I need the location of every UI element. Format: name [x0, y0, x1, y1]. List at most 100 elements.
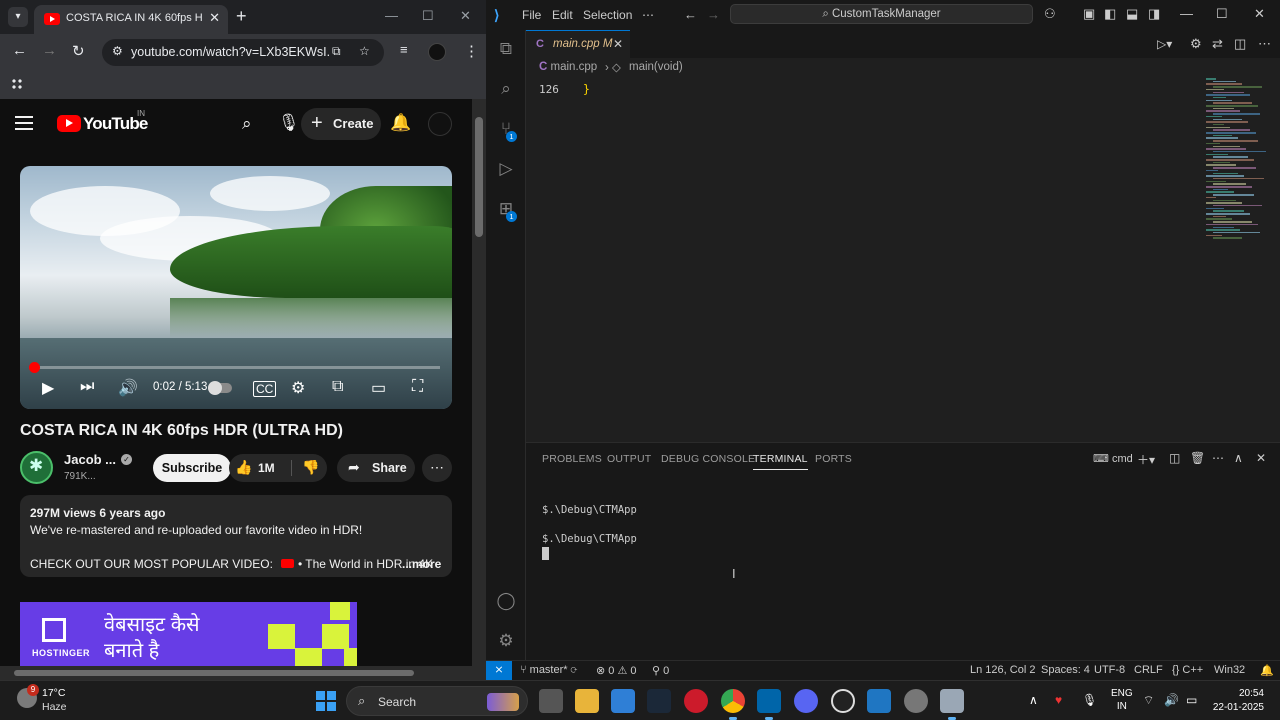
page-scrollbar[interactable] [472, 99, 486, 680]
input-language[interactable]: ENG IN [1111, 687, 1133, 713]
maximize-button[interactable]: ☐ [1216, 6, 1228, 22]
volume-icon[interactable]: 🔊 [1164, 693, 1179, 707]
channel-name[interactable]: Jacob ... [64, 452, 116, 467]
compare-icon[interactable]: ⇄ [1212, 36, 1223, 52]
gear-icon[interactable]: ⚙ [1190, 36, 1202, 52]
discord-icon[interactable] [794, 689, 818, 713]
captions-icon[interactable]: CC [253, 381, 277, 397]
git-branch[interactable]: ⑂ master* ⟳ [520, 664, 577, 676]
channel-avatar[interactable] [20, 451, 53, 484]
tab-terminal[interactable]: TERMINAL [753, 453, 808, 470]
address-bar[interactable]: ⚙ youtube.com/watch?v=LXb3EKWsI... ⧉ ☆ [102, 39, 384, 66]
maximize-button[interactable]: ☐ [422, 8, 434, 24]
platform[interactable]: Win32 [1214, 664, 1245, 676]
search-icon[interactable]: ⌕ [242, 114, 252, 134]
play-icon[interactable]: ▶ [42, 378, 54, 398]
tab-search-chevron-icon[interactable]: ▾ [8, 7, 28, 27]
cursor-position[interactable]: Ln 126, Col 2 [970, 664, 1035, 676]
settings-gear-icon[interactable]: ⚙ [291, 378, 305, 398]
media-controls-icon[interactable]: ≡ [400, 42, 408, 57]
copilot-icon[interactable]: ⚇ [1044, 6, 1056, 22]
progress-scrubber[interactable] [29, 362, 40, 373]
menu-more[interactable]: ⋯ [642, 8, 654, 22]
more-actions-icon[interactable]: ⋯ [1212, 451, 1224, 465]
toggle-sidebar-icon[interactable]: ◧ [1104, 6, 1116, 22]
vscode-icon[interactable] [757, 689, 781, 720]
breadcrumb-symbol[interactable]: main(void) [629, 61, 683, 73]
back-icon[interactable]: ← [12, 42, 27, 59]
steam-icon[interactable] [647, 689, 671, 713]
close-window-button[interactable]: ✕ [460, 8, 471, 24]
taskbar-search[interactable]: ⌕ Search [346, 686, 528, 716]
notepad-icon[interactable] [867, 689, 891, 713]
minimap[interactable] [1202, 78, 1270, 248]
show-more-link[interactable]: ...more [402, 557, 441, 571]
clock[interactable]: 20:54 22-01-2025 [1208, 687, 1264, 715]
like-thumb-icon[interactable]: 👍 [235, 459, 252, 476]
more-actions-icon[interactable]: ⋯ [1258, 36, 1271, 52]
nav-back-icon[interactable]: ← [684, 7, 697, 22]
video-progress-bar[interactable] [29, 362, 440, 373]
editor-tab-main-cpp[interactable]: C main.cpp M ✕ [526, 30, 630, 58]
theater-mode-icon[interactable]: ▭ [371, 378, 386, 398]
photos-icon[interactable] [611, 689, 635, 713]
scrollbar-thumb[interactable] [475, 117, 483, 237]
close-window-button[interactable]: ✕ [1254, 6, 1265, 22]
like-count[interactable]: 1M [258, 461, 275, 475]
terminal-profile[interactable]: ⌨ cmd [1093, 452, 1133, 465]
trash-icon[interactable]: 🗑 [1190, 451, 1205, 465]
account-icon[interactable]: ◯ [496, 591, 516, 611]
code-line[interactable]: } [583, 82, 590, 96]
explorer-files-icon[interactable]: ⧉ [496, 39, 516, 59]
subscribe-button[interactable]: Subscribe [153, 454, 231, 482]
new-terminal-icon[interactable]: ＋▾ [1137, 451, 1155, 468]
video-player[interactable]: ▶ ⏭ 🔊 0:02 / 5:13 CC ⚙ ⧉ ▭ ⛶ [20, 166, 452, 409]
microphone-icon[interactable]: 🎙 [278, 113, 300, 133]
more-actions-button[interactable]: ⋯ [422, 454, 452, 482]
forward-icon[interactable]: → [42, 42, 57, 59]
manage-gear-icon[interactable]: ⚙ [496, 631, 516, 651]
volume-icon[interactable]: 🔊 [118, 378, 138, 398]
menu-file[interactable]: File [522, 8, 541, 22]
battery-icon[interactable]: ▭ [1186, 693, 1197, 707]
profile-avatar[interactable] [428, 43, 446, 61]
notifications-bell-icon[interactable]: 🔔 [1260, 664, 1274, 677]
language-mode[interactable]: {} C++ [1172, 664, 1203, 676]
horizontal-scrollbar[interactable] [0, 666, 472, 680]
encoding[interactable]: UTF-8 [1094, 664, 1125, 676]
fullscreen-icon[interactable]: ⛶ [412, 378, 423, 396]
run-debug-icon[interactable]: ▷ [496, 159, 516, 179]
file-explorer-icon[interactable] [575, 689, 599, 713]
close-tab-icon[interactable]: ✕ [209, 10, 220, 26]
tab-ports[interactable]: PORTS [815, 453, 852, 465]
maximize-panel-icon[interactable]: ∧ [1234, 451, 1243, 465]
reload-icon[interactable]: ↻ [72, 42, 85, 60]
weather-condition[interactable]: Haze [42, 701, 67, 713]
command-center[interactable]: ⌕ CustomTaskManager [730, 4, 1033, 24]
run-file-icon[interactable]: ▷▾ [1157, 37, 1172, 51]
miniplayer-icon[interactable]: ⧉ [332, 378, 343, 396]
site-info-icon[interactable]: ⚙ [112, 44, 123, 58]
ports-indicator[interactable]: ⚲ 0 [652, 664, 669, 677]
search-icon[interactable]: ⌕ [496, 79, 516, 99]
dislike-thumb-icon[interactable]: 👎 [302, 459, 319, 476]
create-button[interactable]: + Create [301, 108, 381, 140]
new-tab-button[interactable]: + [236, 6, 247, 27]
tab-problems[interactable]: PROBLEMS [542, 453, 602, 465]
close-panel-icon[interactable]: ✕ [1256, 451, 1266, 465]
task-manager-icon[interactable] [940, 689, 964, 720]
minimize-button[interactable]: — [1180, 6, 1193, 21]
layout-icon[interactable]: ▣ [1083, 6, 1095, 22]
toggle-secondary-sidebar-icon[interactable]: ◨ [1148, 6, 1160, 22]
breadcrumb-file[interactable]: C main.cpp [539, 61, 597, 73]
split-terminal-icon[interactable]: ◫ [1169, 451, 1180, 465]
tab-output[interactable]: OUTPUT [607, 453, 651, 465]
unreal-engine-icon[interactable] [831, 689, 855, 713]
nav-forward-icon[interactable]: → [707, 7, 720, 22]
description-box[interactable]: 297M views 6 years ago We've re-mastered… [20, 495, 452, 577]
indentation[interactable]: Spaces: 4 [1041, 664, 1090, 676]
split-editor-icon[interactable]: ◫ [1234, 36, 1246, 52]
hamburger-menu-icon[interactable] [15, 116, 33, 130]
chrome-icon[interactable] [721, 689, 745, 720]
line-ending[interactable]: CRLF [1134, 664, 1163, 676]
